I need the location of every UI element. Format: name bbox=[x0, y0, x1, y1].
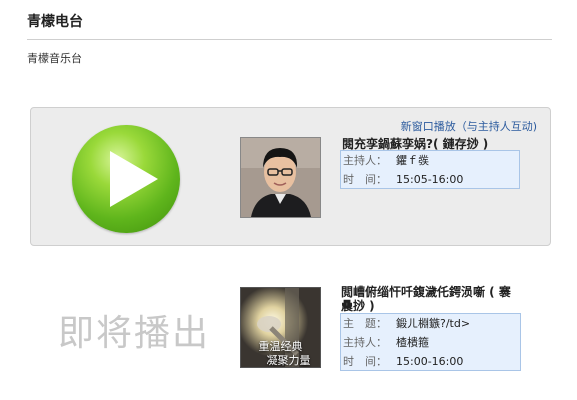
time-row: 时 间： 15:05-16:00 bbox=[341, 170, 519, 189]
next-time-label: 时 间： bbox=[343, 355, 387, 368]
topic-value: 鍛ㄦ棩鏃?/td> bbox=[396, 317, 471, 330]
host-name: 鑺ｆ彂 bbox=[396, 154, 429, 167]
topic-label: 主 题： bbox=[343, 317, 387, 330]
next-host-row: 主持人： 楂樻箍 bbox=[341, 333, 520, 352]
page-title: 青檬电台 bbox=[27, 14, 83, 30]
time-value: 15:05-16:00 bbox=[396, 173, 464, 186]
next-time-row: 时 间： 15:00-16:00 bbox=[341, 352, 520, 371]
next-show-info: 主 题： 鍛ㄦ棩鏃?/td> 主持人： 楂樻箍 时 间： 15:00-16:00 bbox=[340, 313, 521, 371]
play-icon bbox=[110, 151, 158, 207]
next-host-label: 主持人： bbox=[343, 336, 387, 349]
station-subtitle: 青檬音乐台 bbox=[27, 52, 82, 65]
time-label: 时 间： bbox=[343, 173, 387, 186]
host-label: 主持人： bbox=[343, 154, 387, 167]
next-show-image: 重温经典 凝聚力量 bbox=[240, 287, 321, 368]
coming-soon-label: 即将播出 bbox=[58, 313, 211, 354]
title-divider bbox=[27, 39, 552, 40]
next-time-value: 15:00-16:00 bbox=[396, 355, 464, 368]
host-photo bbox=[240, 137, 321, 218]
current-show-info: 主持人： 鑺ｆ彂 时 间： 15:05-16:00 bbox=[340, 150, 520, 189]
next-show-title: 閲嶆俯缁忓吀鍑濊仛鍔涢噺 ( 褰曟挱 ) bbox=[341, 285, 511, 313]
topic-row: 主 题： 鍛ㄦ棩鏃?/td> bbox=[341, 314, 520, 333]
play-button[interactable] bbox=[72, 125, 180, 233]
player-panel: 新窗口播放（与主持人互动) 閱充孪鍋蘇孪娲?( 鏈存挱 ) 主持人： 鑺ｆ彂 时… bbox=[30, 107, 551, 246]
host-row: 主持人： 鑺ｆ彂 bbox=[341, 151, 519, 170]
next-host-name: 楂樻箍 bbox=[396, 336, 429, 349]
image-caption-line2: 凝聚力量 bbox=[266, 354, 311, 367]
new-window-play-link[interactable]: 新窗口播放（与主持人互动) bbox=[401, 118, 537, 134]
host-portrait-icon bbox=[241, 138, 320, 217]
